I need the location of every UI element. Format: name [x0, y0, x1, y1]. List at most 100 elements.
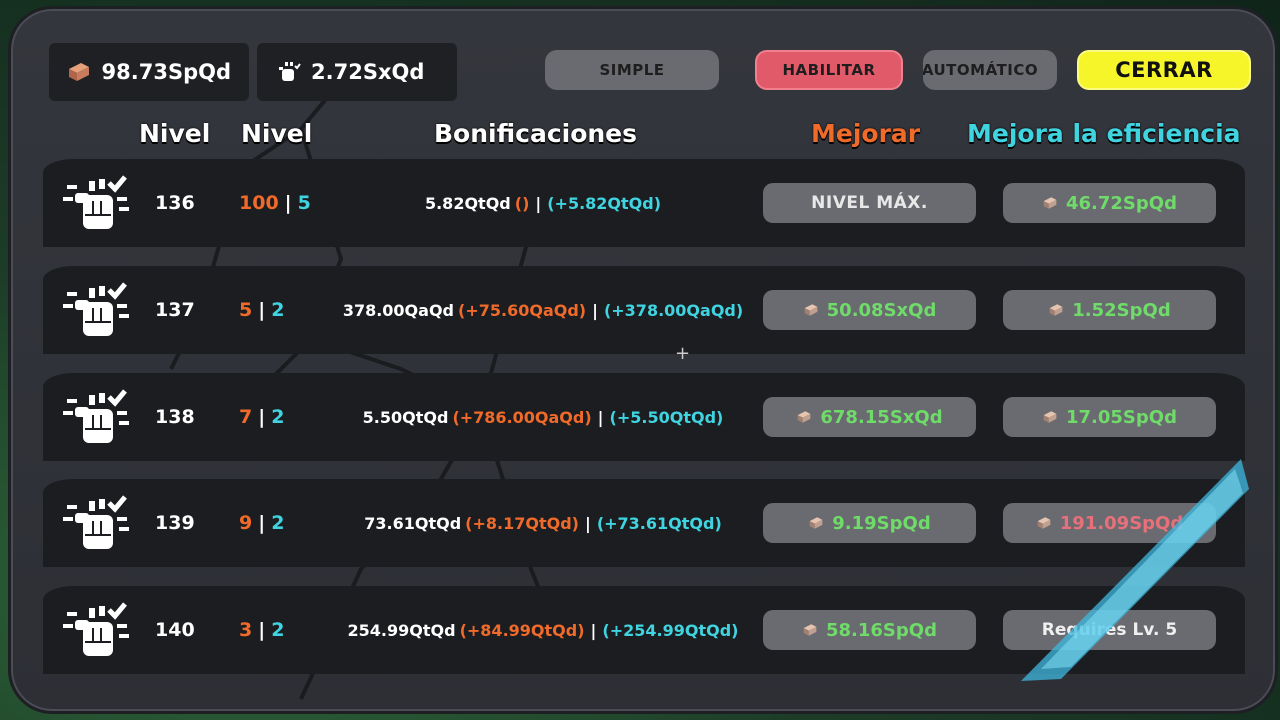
row-level-a: 7	[239, 406, 253, 428]
row-level-b: 2	[271, 406, 285, 428]
upgrade-panel: 98.73SpQd 2.72SxQd SIMPLE HABILITAR AUTO…	[8, 6, 1278, 714]
header-efficiency: Mejora la eficiencia	[967, 119, 1241, 148]
bonus-base: 378.00QaQd	[342, 300, 455, 320]
bonus-add: (+786.00QaQd)	[452, 407, 592, 427]
fist-icon	[275, 59, 301, 85]
row-level-a: 3	[239, 619, 253, 641]
enable-button[interactable]: HABILITAR	[755, 50, 903, 90]
brick-icon	[803, 624, 817, 636]
upgrade-row: 137 5 | 2 378.00QaQd (+75.60QaQd) | (+37…	[43, 266, 1245, 354]
separator: |	[258, 512, 266, 534]
brick-icon	[1049, 304, 1063, 316]
row-bonus: 378.00QaQd (+75.60QaQd) | (+378.00QaQd)	[333, 266, 753, 354]
upgrade-cost: NIVEL MÁX.	[811, 193, 928, 213]
separator: |	[592, 300, 598, 320]
fist-upgrade-icon	[61, 598, 131, 664]
fist-upgrade-icon	[61, 171, 131, 237]
separator: |	[597, 407, 604, 427]
bricks-resource: 98.73SpQd	[49, 43, 249, 101]
bonus-total: (+5.82QtQd)	[547, 193, 662, 213]
close-button[interactable]: CERRAR	[1077, 50, 1251, 90]
row-level: 137	[155, 299, 195, 321]
row-level: 140	[155, 619, 195, 641]
efficiency-cost: 17.05SpQd	[1066, 406, 1177, 428]
header-upgrade: Mejorar	[811, 119, 921, 148]
upgrade-row: 136 100 | 5 5.82QtQd () | (+5.82QtQd) NI…	[43, 159, 1245, 247]
brick-icon	[798, 411, 811, 423]
bonus-add: ()	[514, 193, 530, 213]
separator: |	[258, 406, 266, 428]
efficiency-button[interactable]: 46.72SpQd	[1003, 183, 1216, 223]
row-level-split: 7 | 2	[239, 373, 284, 461]
row-level-b: 5	[297, 192, 311, 214]
bonus-base: 5.82QtQd	[424, 193, 511, 213]
bonus-base: 5.50QtQd	[362, 407, 449, 427]
row-bonus: 254.99QtQd (+84.99QtQd) | (+254.99QtQd)	[333, 586, 753, 674]
simple-button[interactable]: SIMPLE	[545, 50, 719, 90]
row-level: 139	[155, 512, 195, 534]
row-level-split: 3 | 2	[239, 586, 284, 674]
efficiency-button[interactable]: 1.52SpQd	[1003, 290, 1216, 330]
blade-decoration	[1021, 459, 1249, 681]
efficiency-button[interactable]: 17.05SpQd	[1003, 397, 1216, 437]
row-bonus: 5.82QtQd () | (+5.82QtQd)	[333, 159, 753, 247]
fists-resource: 2.72SxQd	[257, 43, 457, 101]
upgrade-button[interactable]: 58.16SpQd	[763, 610, 976, 650]
efficiency-cost: 1.52SpQd	[1072, 299, 1171, 321]
row-level-a: 100	[239, 192, 279, 214]
upgrade-button[interactable]: 678.15SxQd	[763, 397, 976, 437]
row-level-split: 5 | 2	[239, 266, 284, 354]
efficiency-cost: 46.72SpQd	[1066, 192, 1177, 214]
separator: |	[258, 619, 266, 641]
bonus-add: (+75.60QaQd)	[458, 300, 587, 320]
row-bonus: 73.61QtQd (+8.17QtQd) | (+73.61QtQd)	[333, 479, 753, 567]
bonus-base: 254.99QtQd	[347, 620, 456, 640]
upgrade-cost: 678.15SxQd	[820, 406, 943, 428]
row-level-b: 2	[271, 619, 285, 641]
row-level: 138	[155, 406, 195, 428]
header-level: Nivel	[139, 119, 211, 148]
fist-upgrade-icon	[61, 491, 131, 557]
separator: |	[584, 513, 591, 533]
separator: |	[284, 192, 292, 214]
separator: |	[590, 620, 597, 640]
bricks-value: 98.73SpQd	[101, 60, 231, 84]
bonus-total: (+5.50QtQd)	[609, 407, 724, 427]
bonus-add: (+84.99QtQd)	[459, 620, 585, 640]
upgrade-button[interactable]: 9.19SpQd	[763, 503, 976, 543]
bonus-base: 73.61QtQd	[364, 513, 462, 533]
header-level-2: Nivel	[241, 119, 313, 148]
bonus-total: (+378.00QaQd)	[603, 300, 744, 320]
brick-icon	[1043, 197, 1057, 209]
brick-icon	[804, 304, 818, 316]
row-level: 136	[155, 192, 195, 214]
upgrade-button[interactable]: 50.08SxQd	[763, 290, 976, 330]
separator: |	[258, 299, 266, 321]
upgrade-button[interactable]: NIVEL MÁX.	[763, 183, 976, 223]
auto-button-label: AUTOMÁTICO	[923, 61, 1039, 79]
row-bonus: 5.50QtQd (+786.00QaQd) | (+5.50QtQd)	[333, 373, 753, 461]
fist-upgrade-icon	[61, 278, 131, 344]
fist-upgrade-icon	[61, 385, 131, 451]
brick-icon	[1043, 411, 1057, 423]
bonus-total: (+254.99QtQd)	[602, 620, 739, 640]
bonus-total: (+73.61QtQd)	[596, 513, 722, 533]
crosshair-cursor-icon: +	[675, 343, 691, 364]
row-level-a: 9	[239, 512, 253, 534]
brick-icon	[67, 59, 92, 85]
row-level-b: 2	[271, 299, 285, 321]
row-level-split: 100 | 5	[239, 159, 311, 247]
row-level-split: 9 | 2	[239, 479, 284, 567]
upgrade-row: 138 7 | 2 5.50QtQd (+786.00QaQd) | (+5.5…	[43, 373, 1245, 461]
bonus-add: (+8.17QtQd)	[465, 513, 579, 533]
brick-icon	[809, 517, 823, 529]
fists-value: 2.72SxQd	[311, 60, 425, 84]
upgrade-cost: 50.08SxQd	[826, 299, 937, 321]
separator: |	[535, 193, 542, 213]
auto-button[interactable]: AUTOMÁTICO	[923, 50, 1057, 90]
header-bonuses: Bonificaciones	[434, 119, 638, 148]
upgrade-cost: 58.16SpQd	[826, 619, 937, 641]
row-level-b: 2	[271, 512, 285, 534]
row-level-a: 5	[239, 299, 253, 321]
upgrade-cost: 9.19SpQd	[832, 512, 931, 534]
